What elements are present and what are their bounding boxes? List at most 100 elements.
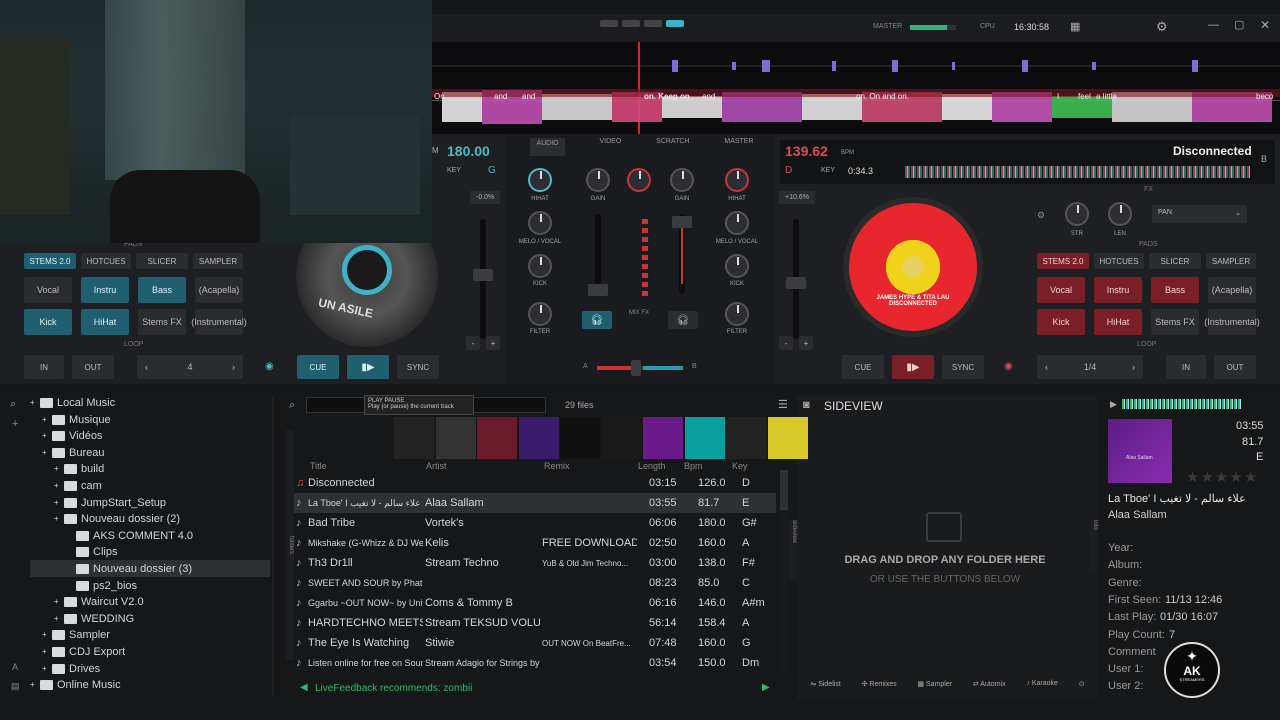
tree-item[interactable]: + Nouveau dossier (2) xyxy=(54,511,180,527)
expand-icon[interactable]: + xyxy=(54,511,60,527)
cover-thumbnail[interactable] xyxy=(767,417,808,459)
rating-stars[interactable]: ★ ★ ★ ★ ★ xyxy=(1186,468,1257,486)
tree-item[interactable]: + CDJ Export xyxy=(42,644,125,660)
master-knob[interactable] xyxy=(627,168,651,192)
cover-thumbnail[interactable] xyxy=(601,417,642,459)
sideview-tab[interactable]: sideview xyxy=(789,520,797,580)
track-row[interactable]: ♪ La Tboe' I علاء سالم - لا تغيب Alaa Sall… xyxy=(294,493,776,513)
pad-stems-fx[interactable]: Stems FX xyxy=(138,309,186,335)
expand-icon[interactable]: + xyxy=(54,594,60,610)
tree-item[interactable]: Clips xyxy=(66,544,117,560)
pad-hihat[interactable]: HiHat xyxy=(81,309,129,335)
right-play-pause-button[interactable]: ▮▶ xyxy=(892,355,934,379)
right-pad-mode-stems[interactable]: STEMS 2.0 xyxy=(1037,253,1089,269)
left-volume-fader[interactable] xyxy=(588,214,608,296)
calendar-icon[interactable]: ▦ xyxy=(1070,20,1080,33)
fx-select[interactable]: PAN ⌄ xyxy=(1152,205,1247,223)
expand-icon[interactable]: + xyxy=(42,644,48,660)
sort-icon[interactable]: A xyxy=(12,662,18,672)
left-headphone-icon[interactable]: 🎧︎ xyxy=(582,311,612,329)
add-icon[interactable]: + xyxy=(12,418,18,430)
right-gain-knob[interactable] xyxy=(670,168,694,192)
play-pause-button[interactable]: ▮▶ xyxy=(347,355,389,379)
right-headphone-icon[interactable]: 🎧︎ xyxy=(668,311,698,329)
right-loop-out-button[interactable]: OUT xyxy=(1214,355,1256,379)
remixes-button[interactable]: ✣ Remixes xyxy=(862,680,897,696)
camera-icon[interactable]: ◙ xyxy=(803,399,810,411)
star-icon[interactable]: ★ xyxy=(1186,468,1199,486)
cover-thumbnail[interactable] xyxy=(435,417,476,459)
expand-icon[interactable]: + xyxy=(30,395,36,411)
right-pad-hihat[interactable]: HiHat xyxy=(1094,309,1142,335)
star-icon[interactable]: ★ xyxy=(1244,468,1257,486)
expand-icon[interactable]: + xyxy=(54,461,60,477)
deck-left-pitch-fader[interactable] xyxy=(473,219,493,339)
expand-icon[interactable]: + xyxy=(42,661,48,677)
tree-item[interactable]: + Vidéos xyxy=(42,428,102,444)
expand-icon[interactable]: + xyxy=(42,445,48,461)
tree-item[interactable]: + Sampler xyxy=(42,627,110,643)
livefeedback-prev-icon[interactable]: ◀ xyxy=(300,682,308,693)
right-pad-stems-fx[interactable]: Stems FX xyxy=(1151,309,1199,335)
pad-instrumental[interactable]: (Instrumental) xyxy=(191,309,247,335)
right-link-icon[interactable]: ◉ xyxy=(1004,361,1013,372)
view-icon[interactable]: ▤ xyxy=(11,681,20,692)
layout-switch[interactable] xyxy=(600,20,684,36)
expand-icon[interactable]: + xyxy=(42,412,48,428)
col-title[interactable]: Title xyxy=(310,461,327,471)
tree-item[interactable]: + Local Music xyxy=(30,395,115,411)
tree-item[interactable]: AKS COMMENT 4.0 xyxy=(66,528,193,544)
info-field-value[interactable]: 01/30 16:07 xyxy=(1160,611,1218,623)
star-icon[interactable]: ★ xyxy=(1215,468,1228,486)
pad-vocal[interactable]: Vocal xyxy=(24,277,72,303)
loop-prev-icon[interactable]: ‹ xyxy=(145,362,148,372)
fx-str-knob[interactable] xyxy=(1065,202,1089,226)
right-loop-prev-icon[interactable]: ‹ xyxy=(1045,362,1048,372)
col-length[interactable]: Length xyxy=(638,461,666,471)
expand-icon[interactable]: + xyxy=(54,478,60,494)
close-icon[interactable]: ✕ xyxy=(1260,18,1270,32)
col-artist[interactable]: Artist xyxy=(426,461,447,471)
sampler-button[interactable]: ▦ Sampler xyxy=(917,680,952,696)
search-icon[interactable]: ⌕ xyxy=(10,398,16,411)
track-row[interactable]: ♪ SWEET AND SOUR by Phat Otiz 08:23 85.0 C xyxy=(294,573,776,593)
tab-video[interactable]: VIDEO xyxy=(599,138,621,156)
right-pad-kick[interactable]: Kick xyxy=(1037,309,1085,335)
tree-item[interactable]: + Drives xyxy=(42,661,100,677)
cover-thumbnail[interactable] xyxy=(394,417,434,459)
tree-item[interactable]: + Waircut V2.0 xyxy=(54,594,144,610)
list-menu-icon[interactable]: ☰ xyxy=(778,398,788,411)
right-filter-knob[interactable] xyxy=(725,302,749,326)
tab-scratch[interactable]: SCRATCH xyxy=(656,138,689,156)
col-remix[interactable]: Remix xyxy=(544,461,570,471)
deck-right-pitch-fader[interactable] xyxy=(786,219,806,339)
pad-acapella[interactable]: (Acapella) xyxy=(195,277,243,303)
right-pad-instrumental[interactable]: (Instrumental) xyxy=(1204,309,1260,335)
maximize-icon[interactable]: ▢ xyxy=(1234,18,1244,31)
track-row[interactable]: ♪ Mikshake (G-Whizz & DJ Web...Kelis FREE … xyxy=(294,533,776,553)
right-pad-mode-sampler[interactable]: SAMPLER xyxy=(1206,253,1256,269)
cover-thumbnail[interactable] xyxy=(560,417,600,459)
left-gain-knob[interactable] xyxy=(586,168,610,192)
expand-icon[interactable]: + xyxy=(30,677,36,693)
track-row[interactable]: ♪ The Eye Is Watching Stiwie OUT NOW On Bea… xyxy=(294,633,776,653)
fx-gear-icon[interactable]: ⚙ xyxy=(1037,210,1045,221)
cue-button[interactable]: CUE xyxy=(297,355,339,379)
right-loop-next-icon[interactable]: › xyxy=(1132,362,1135,372)
pad-instru[interactable]: Instru xyxy=(81,277,129,303)
cover-thumbnail[interactable] xyxy=(643,417,683,459)
right-sync-button[interactable]: SYNC xyxy=(942,355,984,379)
col-key[interactable]: Key xyxy=(732,461,748,471)
pad-bass[interactable]: Bass xyxy=(138,277,186,303)
left-filter-knob[interactable] xyxy=(528,302,552,326)
pad-mode-hotcues[interactable]: HOTCUES xyxy=(81,253,131,269)
right-pad-instru[interactable]: Instru xyxy=(1094,277,1142,303)
cover-thumbnail[interactable] xyxy=(726,417,766,459)
livefeedback-text[interactable]: LiveFeedback recommends: zombii xyxy=(315,683,472,694)
right-pad-mode-hotcues[interactable]: HOTCUES xyxy=(1094,253,1144,269)
pitch-minus-button[interactable]: - xyxy=(466,336,480,350)
cover-thumbnail[interactable] xyxy=(518,417,559,459)
tab-audio[interactable]: AUDIO xyxy=(530,138,565,156)
tree-item[interactable]: + Musique xyxy=(42,412,111,428)
tree-item[interactable]: + WEDDING xyxy=(54,611,134,627)
